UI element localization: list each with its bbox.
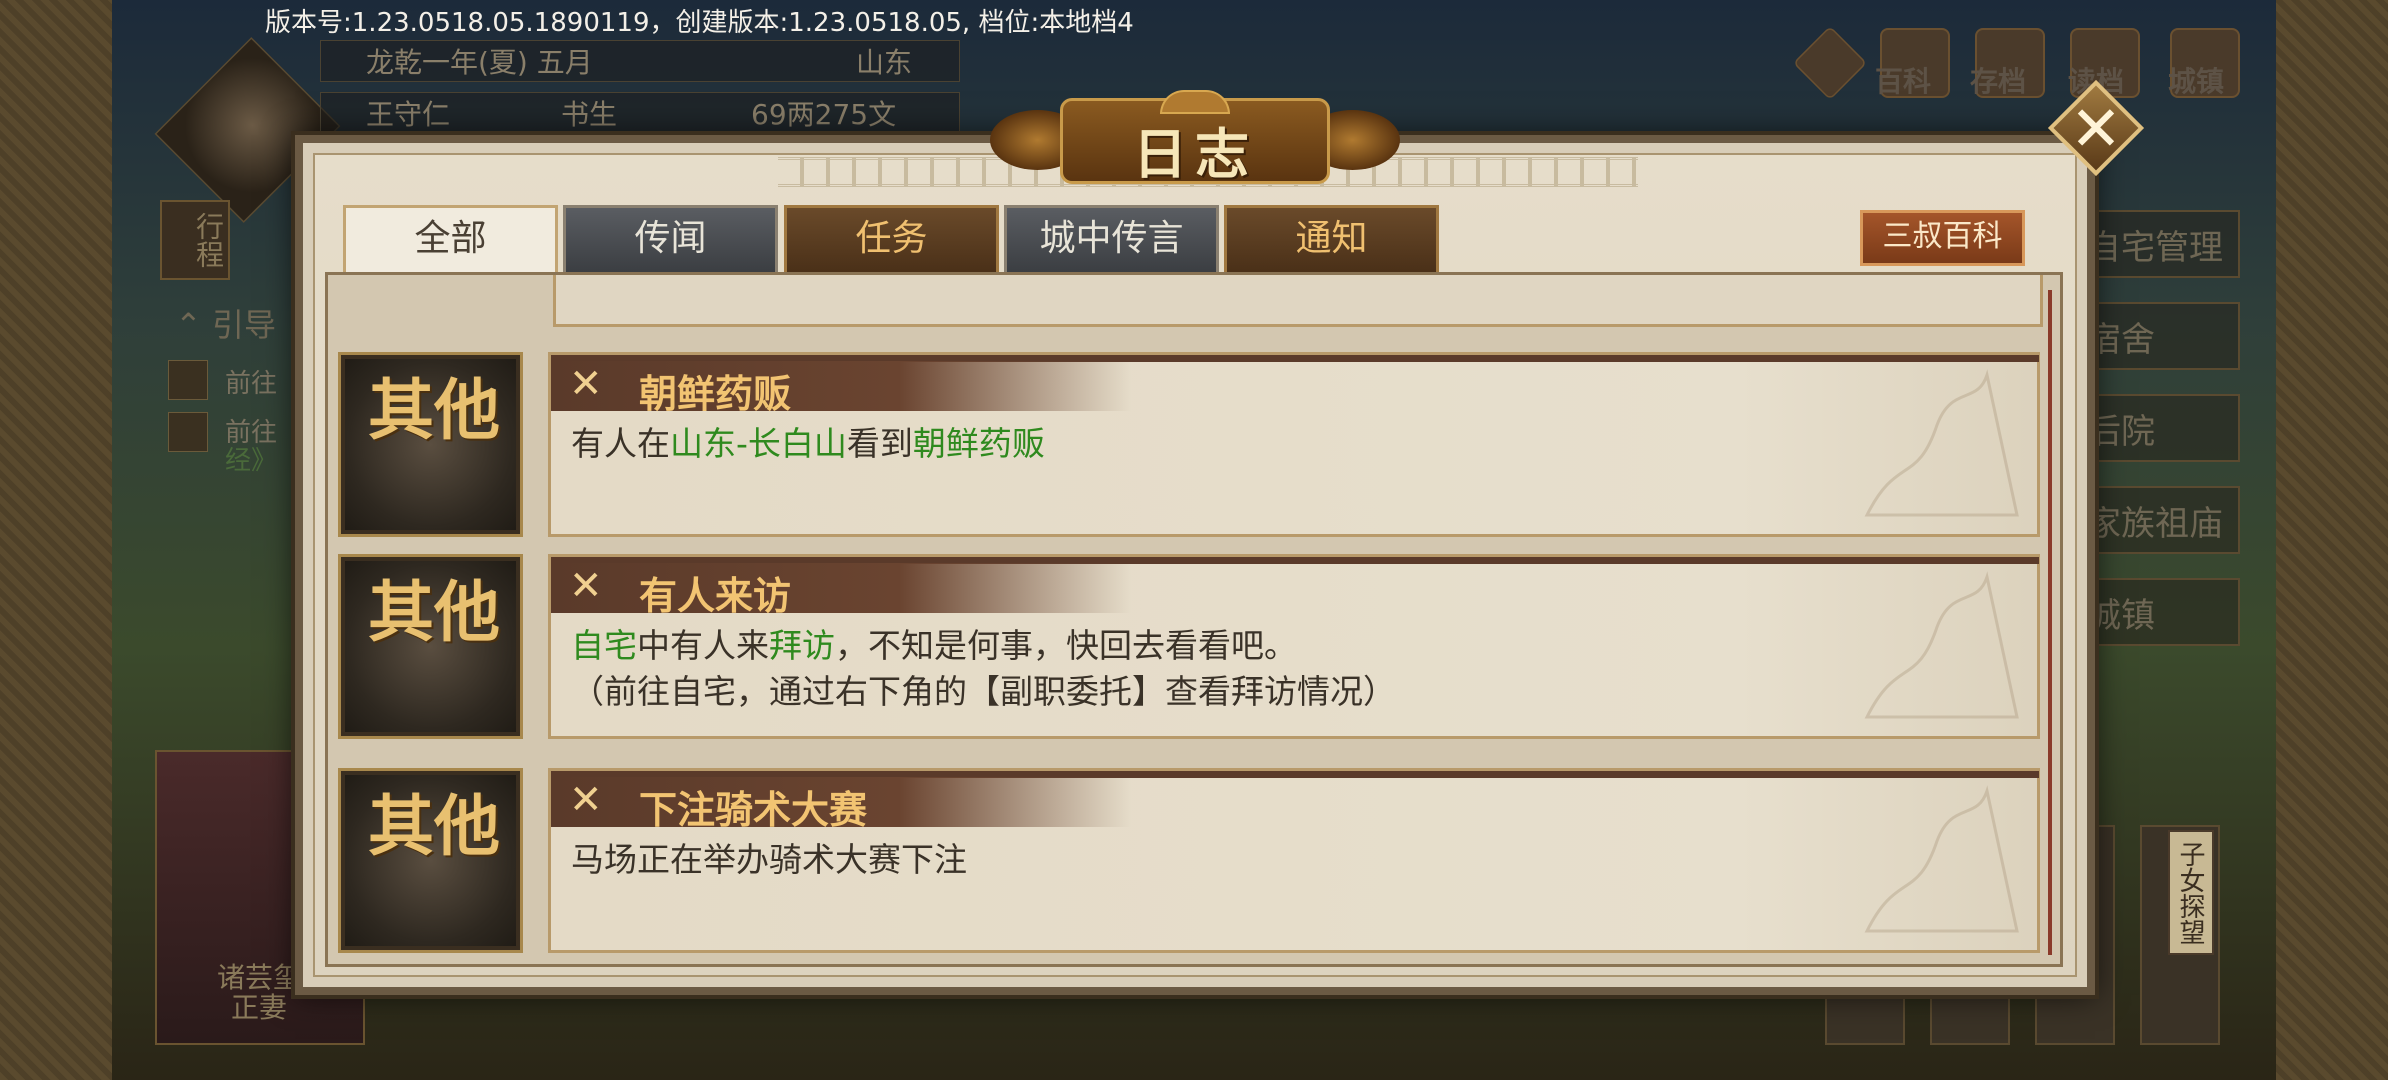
hud-player-row: 王守仁 书生 69两275文	[320, 92, 960, 134]
visit-link[interactable]: 拜访	[769, 626, 835, 665]
log-list[interactable]: 其他 ✕ 朝鲜药贩 有人在山东-长白山看到朝鲜药贩 其他 ✕ 有人来访 自宅中有…	[325, 272, 2063, 967]
child-visit-label[interactable]: 子女探望	[2168, 830, 2214, 955]
tab-tasks[interactable]: 任务	[784, 205, 999, 275]
mountain-decoration	[1864, 571, 2019, 719]
hud-date: 龙乾一年(夏) 五月	[366, 46, 593, 79]
close-button[interactable]: ✕	[2047, 79, 2145, 177]
tab-city-rumors[interactable]: 城中传言	[1004, 205, 1219, 275]
dialog-title-plaque: 日志	[990, 90, 1400, 190]
travel-button[interactable]: 行程	[160, 200, 230, 280]
task-line-1[interactable]: 前往	[225, 363, 277, 400]
town-label: 城镇	[2168, 65, 2225, 98]
log-body: 自宅中有人来拜访，不知是何事，快回去看看吧。 （前往自宅，通过右下角的【副职委托】…	[571, 626, 1396, 711]
log-card: ✕ 下注骑术大赛 马场正在举办骑术大赛下注	[548, 768, 2040, 953]
spouse-name: 诸芸玺 正妻	[217, 961, 302, 1024]
dialog-title: 日志	[1133, 122, 1257, 186]
category-badge: 其他	[338, 554, 523, 739]
home-link[interactable]: 自宅	[571, 626, 637, 665]
crossed-swords-icon: ✕	[569, 361, 603, 407]
category-badge: 其他	[338, 768, 523, 953]
left-border-texture	[0, 0, 112, 1080]
log-title: 朝鲜药贩	[639, 372, 792, 416]
npc-link[interactable]: 朝鲜药贩	[913, 424, 1045, 463]
category-glyph: 其他	[368, 787, 500, 865]
log-title: 下注骑术大赛	[639, 788, 868, 832]
mountain-decoration	[1864, 785, 2019, 933]
log-body: 有人在山东-长白山看到朝鲜药贩	[571, 424, 1045, 463]
hud-money: 69两275文	[751, 98, 897, 131]
log-card: ✕ 有人来访 自宅中有人来拜访，不知是何事，快回去看看吧。 （前往自宅，通过右下角…	[548, 554, 2040, 739]
header-band	[551, 361, 1131, 411]
log-card-partial	[553, 275, 2043, 327]
category-glyph: 其他	[368, 371, 500, 449]
tab-rumors[interactable]: 传闻	[563, 205, 778, 275]
category-glyph: 其他	[368, 573, 500, 651]
header-band	[551, 563, 1131, 613]
hud-player-role: 书生	[561, 98, 618, 131]
sanshu-encyclopedia-button[interactable]: 三叔百科	[1860, 210, 2025, 266]
crossed-swords-icon: ✕	[569, 563, 603, 609]
log-card-header: ✕ 朝鲜药贩	[551, 355, 2039, 416]
version-text: 版本号:1.23.0518.05.1890119，创建版本:1.23.0518.…	[265, 8, 1134, 38]
side-task-icon	[168, 412, 208, 452]
location-link[interactable]: 山东-长白山	[670, 424, 847, 463]
hud-player-name: 王守仁	[366, 98, 451, 131]
mountain-decoration	[1864, 369, 2019, 517]
log-card: ✕ 朝鲜药贩 有人在山东-长白山看到朝鲜药贩	[548, 352, 2040, 537]
hud-date-row: 龙乾一年(夏) 五月 山东	[320, 40, 960, 82]
tab-notices[interactable]: 通知	[1224, 205, 1439, 275]
save-label: 存档	[1970, 65, 2027, 98]
log-body-line2: （前往自宅，通过右下角的【副职委托】查看拜访情况）	[571, 672, 1396, 711]
crossed-swords-icon: ✕	[569, 777, 603, 823]
log-card-header: ✕ 下注骑术大赛	[551, 771, 2039, 832]
log-title: 有人来访	[639, 574, 792, 618]
right-border-texture	[2276, 0, 2388, 1080]
task-line-3: 经》	[225, 446, 278, 476]
main-task-icon	[168, 360, 208, 400]
log-body: 马场正在举办骑术大赛下注	[571, 840, 967, 879]
list-scrollbar[interactable]	[2048, 290, 2052, 955]
log-card-header: ✕ 有人来访	[551, 557, 2039, 618]
encyclopedia-label: 百科	[1875, 65, 1932, 98]
category-badge: 其他	[338, 352, 523, 537]
guide-header[interactable]: ⌃ 引导	[175, 300, 276, 346]
game-screen: 龙乾一年(夏) 五月 山东 王守仁 书生 69两275文 行程 ⌃ 引导 前往 …	[0, 0, 2388, 1080]
hud-region: 山东	[856, 46, 913, 79]
close-icon: ✕	[2070, 92, 2122, 165]
tab-all[interactable]: 全部	[343, 205, 558, 275]
guide-label: 引导	[211, 306, 276, 344]
